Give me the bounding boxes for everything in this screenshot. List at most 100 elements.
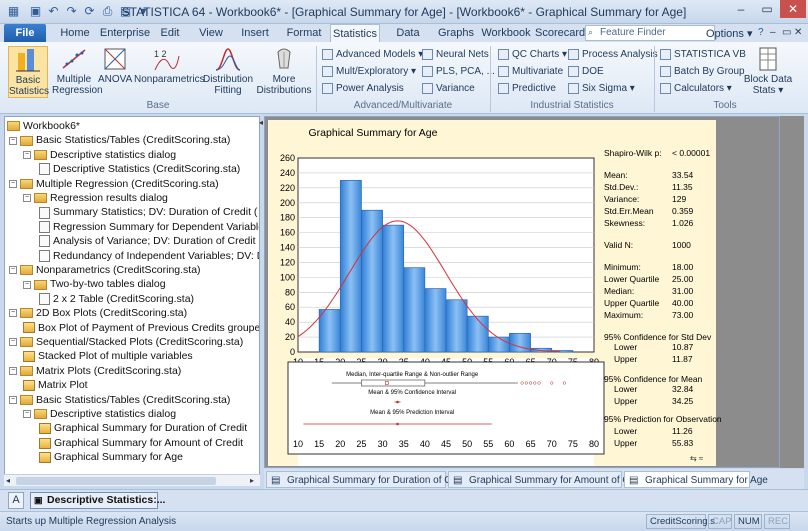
summary-stat-label: Lower	[614, 342, 638, 352]
tree-folder-item[interactable]: − Sequential/Stacked Plots (CreditScoring…	[9, 335, 243, 349]
collapse-toggle-icon[interactable]: −	[9, 367, 17, 376]
tree-document-item[interactable]: Regression Summary for Dependent Variabl…	[39, 220, 259, 234]
six-sigma-button[interactable]: Six Sigma ▾	[568, 81, 635, 97]
scroll-right-icon[interactable]: ▸	[250, 476, 254, 485]
collapse-toggle-icon[interactable]: −	[23, 280, 31, 289]
tab-home[interactable]: Home	[55, 24, 95, 42]
collapse-toggle-icon[interactable]: −	[9, 136, 17, 145]
collapse-toggle-icon[interactable]: −	[23, 151, 31, 160]
tree-folder-item[interactable]: − Matrix Plots (CreditScoring.sta)	[9, 364, 181, 378]
tab-enterprise[interactable]: Enterprise	[97, 24, 153, 42]
tree-document-item[interactable]: Summary Statistics; DV: Duration of Cred…	[39, 205, 257, 219]
tree-document-item[interactable]: Descriptive Statistics (CreditScoring.st…	[39, 162, 240, 176]
task-descriptive-statistics[interactable]: ▣ Descriptive Statistics:...	[30, 492, 165, 509]
tab-graph-age[interactable]: ▤ Graphical Summary for Age	[624, 471, 768, 488]
feature-finder-input[interactable]: Feature Finder	[585, 25, 715, 41]
tree-folder-item[interactable]: − Two-by-two tables dialog	[23, 277, 166, 291]
qc-charts-button[interactable]: QC Charts ▾	[498, 47, 567, 63]
calculators-button[interactable]: Calculators ▾	[660, 81, 732, 97]
multiple-regression-button[interactable]: Multiple Regression	[52, 46, 103, 98]
tree-graph-item[interactable]: Graphical Summary for Amount of Credit	[39, 436, 243, 450]
neural-nets-button[interactable]: Neural Nets	[422, 47, 489, 63]
minimize-icon[interactable]: –	[728, 0, 754, 18]
tree-item-label: Summary Statistics; DV: Duration of Cred…	[53, 206, 258, 219]
basic-statistics-button[interactable]: Basic Statistics	[8, 46, 49, 98]
collapse-toggle-icon[interactable]: −	[9, 309, 17, 318]
tree-folder-item[interactable]: − Multiple Regression (CreditScoring.sta)	[9, 177, 219, 191]
nonparametrics-button[interactable]: 1 2 Nonparametrics	[134, 46, 205, 98]
tree-item-label: Descriptive Statistics (CreditScoring.st…	[53, 163, 241, 176]
tree-graph-item[interactable]: Graphical Summary for Age	[39, 450, 183, 464]
tree-document-item[interactable]: Analysis of Variance; DV: Duration of Cr…	[39, 234, 259, 248]
tab-edit[interactable]: Edit	[155, 24, 185, 42]
tab-graphs[interactable]: Graphs	[437, 24, 475, 42]
collapse-toggle-icon[interactable]: −	[9, 179, 17, 188]
mdi-restore-icon[interactable]: ▭	[782, 27, 791, 38]
power-analysis-button[interactable]: Power Analysis	[322, 81, 404, 97]
mult-exploratory-button[interactable]: Mult/Exploratory ▾	[322, 64, 416, 80]
tab-data-mining[interactable]: Data Minin	[382, 24, 434, 57]
predictive-icon	[498, 82, 509, 94]
tree-folder-item[interactable]: − Descriptive statistics dialog	[23, 407, 176, 421]
advanced-models-button[interactable]: Advanced Models ▾	[322, 47, 423, 63]
collapse-toggle-icon[interactable]: −	[23, 194, 31, 203]
graph-window[interactable]: Graphical Summary for Age 0 20 40 60 80 100 12…	[268, 120, 722, 466]
tab-file[interactable]: File	[4, 24, 46, 42]
tree-graph-item[interactable]: Matrix Plot	[23, 378, 88, 392]
tab-graph-amount[interactable]: ▤ Graphical Summary for Amount of Credit	[448, 471, 649, 488]
process-analysis-button[interactable]: Process Analysis	[568, 47, 658, 63]
collapse-toggle-icon[interactable]: −	[9, 395, 17, 404]
document-vertical-scrollbar[interactable]	[780, 116, 804, 468]
block-data-stats-button[interactable]: Block Data Stats ▾	[742, 46, 794, 98]
distribution-fitting-button[interactable]: Distribution Fitting	[202, 46, 254, 98]
collapse-toggle-icon[interactable]: −	[9, 266, 17, 275]
task-pane-icon[interactable]: A	[8, 492, 24, 509]
scroll-left-icon[interactable]: ◂	[6, 476, 10, 485]
tree-folder-item[interactable]: − Regression results dialog	[23, 191, 168, 205]
tab-scorecard[interactable]: Scorecard	[535, 24, 585, 42]
tab-format[interactable]: Format	[282, 24, 326, 42]
tree-folder-item[interactable]: Workbook6*	[7, 119, 80, 133]
mdi-minimize-icon[interactable]: –	[770, 27, 776, 38]
multivariate-button[interactable]: Multivariate	[498, 64, 563, 80]
tree-document-item[interactable]: Redundancy of Independent Variables; DV:…	[39, 249, 259, 263]
doe-button[interactable]: DOE	[568, 64, 604, 80]
summary-stat-row: Std.Err.Mean 0.359	[604, 206, 718, 216]
tab-view[interactable]: View	[193, 24, 229, 42]
tree-folder-item[interactable]: − 2D Box Plots (CreditScoring.sta)	[9, 306, 187, 320]
tab-graph-duration[interactable]: ▤ Graphical Summary for Duration of Credi…	[266, 471, 471, 488]
close-icon[interactable]: ✕	[780, 0, 806, 18]
predictive-button[interactable]: Predictive	[498, 81, 556, 97]
summary-stat-label: Upper	[614, 396, 638, 406]
workbook-tree[interactable]: Workbook6* − Basic Statistics/Tables (Cred…	[4, 116, 260, 486]
tab-insert[interactable]: Insert	[234, 24, 276, 42]
tab-statistics[interactable]: Statistics	[330, 24, 380, 42]
tree-graph-item[interactable]: Box Plot of Payment of Previous Credits …	[23, 321, 259, 335]
statistica-vb-button[interactable]: STATISTICA VB	[660, 47, 746, 63]
maximize-icon[interactable]: ▭	[754, 0, 780, 18]
help-icon[interactable]: ?	[758, 27, 764, 38]
tree-folder-item[interactable]: − Basic Statistics/Tables (CreditScoring.…	[9, 393, 230, 407]
tree-folder-item[interactable]: − Basic Statistics/Tables (CreditScoring.…	[9, 133, 230, 147]
collapse-toggle-icon[interactable]: −	[9, 338, 17, 347]
regression-icon	[60, 46, 88, 72]
anova-button[interactable]: ANOVA	[98, 46, 132, 98]
tree-document-item[interactable]: 2 x 2 Table (CreditScoring.sta)	[39, 292, 194, 306]
collapse-toggle-icon[interactable]: −	[23, 410, 31, 419]
tab-workbook[interactable]: Workbook	[480, 24, 532, 42]
graph-resize-icon[interactable]: ⇆ ≈	[690, 454, 703, 463]
collapse-pane-icon[interactable]: ◂	[259, 118, 263, 127]
more-distributions-button[interactable]: More Distributions	[256, 46, 312, 98]
options-menu[interactable]: Options ▾	[706, 27, 753, 40]
tree-folder-item[interactable]: − Descriptive statistics dialog	[23, 148, 176, 162]
histogram-chart[interactable]: 0 20 40 60 80 100 120 140 160 180 200 220 240 260 10 1…	[268, 120, 608, 466]
variance-button[interactable]: Variance	[422, 81, 475, 97]
tree-graph-item[interactable]: Stacked Plot of multiple variables	[23, 349, 193, 363]
batch-by-group-button[interactable]: Batch By Group	[660, 64, 745, 80]
tree-horizontal-scrollbar[interactable]: ◂ ▸	[4, 474, 260, 486]
tree-scroll-thumb[interactable]	[16, 477, 216, 485]
advanced-models-icon	[322, 48, 333, 60]
tree-folder-item[interactable]: − Nonparametrics (CreditScoring.sta)	[9, 263, 201, 277]
mdi-close-icon[interactable]: ✕	[794, 27, 802, 38]
tree-graph-item[interactable]: Graphical Summary for Duration of Credit	[39, 421, 247, 435]
